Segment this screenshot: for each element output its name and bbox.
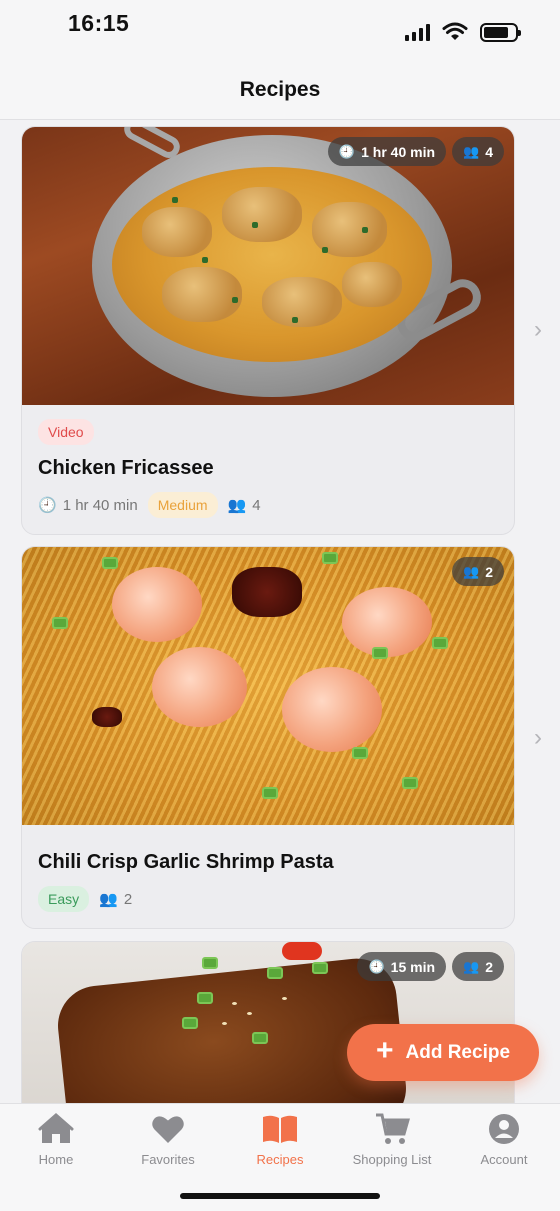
nav-header: Recipes [0,60,560,120]
servings-badge: 👥 2 [452,557,504,586]
recipe-overlay-badges: 👥 2 [452,557,504,586]
recipe-meta: Easy 👥 2 [38,886,498,912]
tab-label: Shopping List [352,1152,432,1167]
recipe-meta: 🕘 1 hr 40 min Medium 👥 4 [38,492,498,518]
add-recipe-button[interactable]: + Add Recipe [347,1024,539,1081]
recipe-servings: 4 [252,496,261,514]
clock-icon: 🕘 [368,958,385,974]
heart-icon [151,1112,185,1146]
recipe-list[interactable]: 🕘 1 hr 40 min 👥 4 Video Chicken Fricasse… [0,121,560,1103]
tab-account[interactable]: Account [448,1112,560,1167]
servings-badge: 👥 2 [452,952,504,981]
recipe-overlay-badges: 🕘 1 hr 40 min 👥 4 [327,137,504,166]
people-icon: 👥 [463,143,480,159]
people-icon: 👥 [463,958,480,974]
book-icon [261,1112,299,1146]
video-tag: Video [38,419,94,445]
tab-favorites[interactable]: Favorites [112,1112,224,1167]
battery-icon [480,22,521,42]
time-badge: 🕘 15 min [357,952,447,981]
tab-bar: Home Favorites Recipes Shopping List Acc… [0,1103,560,1211]
people-icon: 👥 [99,891,118,908]
people-icon: 👥 [463,563,480,579]
clock-icon: 🕘 [38,497,57,514]
tab-shopping-list[interactable]: Shopping List [336,1112,448,1167]
clock-icon: 🕘 [338,143,356,159]
plus-icon: + [375,1034,394,1067]
servings-badge: 👥 4 [452,137,504,166]
wifi-icon [442,22,468,40]
recipe-card-chicken-fricassee[interactable]: 🕘 1 hr 40 min 👥 4 Video Chicken Fricasse… [21,126,515,535]
recipe-servings: 2 [123,890,133,908]
chevron-right-icon[interactable]: › [534,724,542,752]
page-title: Recipes [239,77,321,101]
cellular-signal-icon [405,23,430,41]
person-icon [488,1112,520,1146]
tab-recipes[interactable]: Recipes [224,1112,336,1167]
recipe-title: Chicken Fricassee [38,457,214,479]
tab-label: Favorites [141,1152,195,1167]
people-icon: 👥 [227,497,247,514]
recipe-image: 👥 2 [22,547,514,825]
home-indicator [180,1193,380,1199]
chevron-right-icon[interactable]: › [534,316,542,344]
difficulty-badge: Easy [38,886,90,912]
cart-icon [374,1112,410,1146]
recipe-card-body: Video Chicken Fricassee 🕘 1 hr 40 min Me… [22,405,514,534]
status-bar: 16:15 [0,0,560,60]
recipe-title: Chili Crisp Garlic Shrimp Pasta [38,851,334,873]
status-time: 16:15 [68,10,130,36]
recipe-overlay-badges: 🕘 15 min 👥 2 [357,952,504,981]
tab-label: Home [38,1152,74,1167]
recipe-image: 🕘 1 hr 40 min 👥 4 [22,127,514,405]
recipe-time: 1 hr 40 min [62,496,138,514]
recipe-card-body: Chili Crisp Garlic Shrimp Pasta Easy 👥 2 [22,825,514,928]
tab-label: Recipes [256,1152,304,1167]
tab-label: Account [480,1152,528,1167]
tab-home[interactable]: Home [0,1112,112,1167]
home-icon [38,1112,74,1146]
difficulty-badge: Medium [147,492,218,518]
recipe-card-shrimp-pasta[interactable]: 👥 2 Chili Crisp Garlic Shrimp Pasta Easy… [21,546,515,929]
add-recipe-label: Add Recipe [405,1041,511,1063]
status-icons [405,22,521,42]
time-badge: 🕘 1 hr 40 min [327,137,447,166]
